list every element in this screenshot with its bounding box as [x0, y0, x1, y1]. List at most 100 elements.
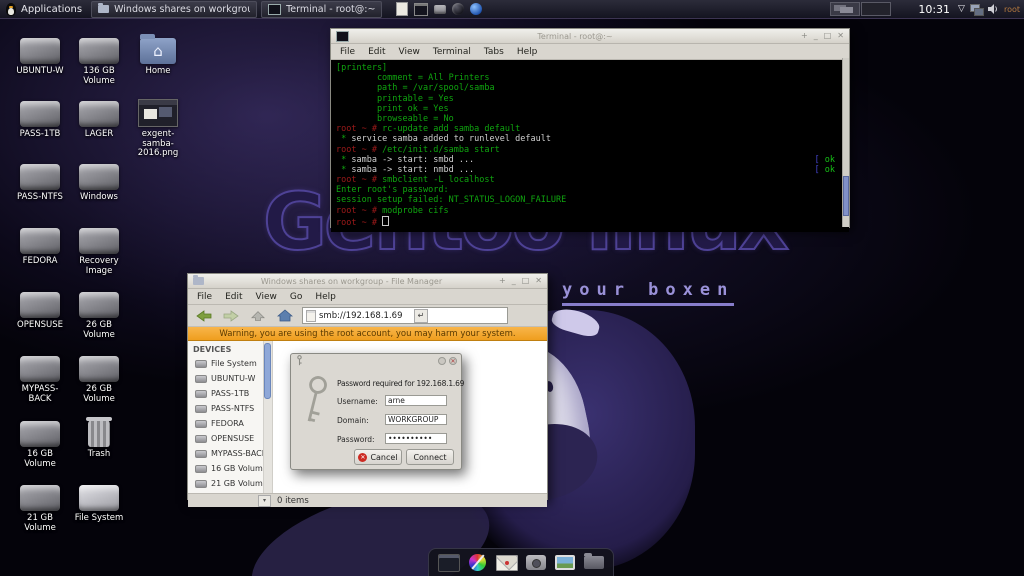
close-button[interactable]: ✕ [837, 32, 844, 40]
domain-field[interactable] [385, 414, 447, 425]
desktop-icon-label: 26 GB Volume [83, 320, 115, 340]
connect-button[interactable]: Connect [406, 449, 454, 465]
sidebar-scrollbar[interactable] [264, 341, 273, 493]
fm-menu-edit[interactable]: Edit [225, 292, 242, 302]
scroll-down-stepper[interactable]: ▾ [258, 494, 271, 507]
root-warning-bar: Warning, you are using the root account,… [188, 327, 547, 341]
password-field[interactable] [385, 433, 447, 444]
sidebar-item-mypass-back[interactable]: MYPASS-BACK [188, 446, 263, 461]
screenshot-icon[interactable] [434, 4, 447, 14]
dock-screenshot-launcher[interactable] [524, 552, 548, 574]
address-input[interactable] [319, 310, 411, 321]
file-manager-titlebar[interactable]: Windows shares on workgroup - File Manag… [188, 274, 547, 289]
globe-icon[interactable] [452, 3, 465, 15]
network-icon[interactable] [969, 3, 984, 16]
desktop-icon-opensuse[interactable]: OPENSUSE [11, 287, 69, 331]
address-bar: ↵ [302, 307, 508, 324]
workspace-pager[interactable] [830, 2, 892, 16]
desktop-icon-file-system[interactable]: File System [70, 480, 128, 524]
desktop-icon-recovery-image[interactable]: Recovery Image [70, 223, 128, 276]
desktop-icon-26-gb-volume[interactable]: 26 GB Volume [70, 287, 128, 340]
fm-menu-view[interactable]: View [256, 292, 277, 302]
terminal-output[interactable]: [printers] comment = All Printers path =… [331, 60, 849, 232]
cancel-button[interactable]: ✕ Cancel [354, 449, 402, 465]
dialog-minimize-button[interactable] [438, 356, 446, 365]
desktop-icon-label: UBUNTU-W [16, 66, 64, 76]
applications-menu-button[interactable]: Applications [0, 0, 91, 18]
username-field[interactable] [385, 395, 447, 406]
sidebar-item-pass-ntfs[interactable]: PASS-NTFS [188, 401, 263, 416]
sidebar-item-16-gb-volume[interactable]: 16 GB Volume [188, 461, 263, 476]
dock-graphics-editor-launcher[interactable] [466, 552, 490, 574]
desktop-icon-ubuntu-w[interactable]: UBUNTU-W [11, 33, 69, 77]
sidebar-item-ubuntu-w[interactable]: UBUNTU-W [188, 371, 263, 386]
drive-icon [70, 159, 128, 190]
forward-button[interactable] [221, 307, 241, 324]
sidebar-item-label: PASS-NTFS [211, 404, 255, 413]
terminal-scrollbar-thumb[interactable] [843, 176, 849, 216]
terminal-menu-edit[interactable]: Edit [368, 47, 385, 57]
minimize-button[interactable]: _ [814, 32, 818, 40]
auth-dialog-titlebar[interactable]: ✕ [291, 354, 461, 367]
desktop-icon-home[interactable]: ⌂ Home [129, 33, 187, 77]
fm-menu-go[interactable]: Go [290, 292, 302, 302]
desktop-icon-pass-ntfs[interactable]: PASS-NTFS [11, 159, 69, 203]
maximize-button[interactable]: □ [824, 32, 832, 40]
image-icon [129, 96, 187, 127]
terminal-menu-view[interactable]: View [399, 47, 420, 57]
terminal-icon[interactable] [414, 2, 429, 16]
sidebar-item-21-gb-volume[interactable]: 21 GB Volume [188, 476, 263, 491]
image-glyph [138, 99, 178, 127]
shade-button[interactable]: + [499, 277, 506, 285]
fm-menu-file[interactable]: File [197, 292, 212, 302]
home-button[interactable] [275, 307, 295, 324]
dock-terminal-launcher[interactable] [437, 552, 461, 574]
document-icon[interactable] [396, 2, 409, 16]
dock-file-manager-launcher[interactable] [582, 552, 606, 574]
back-button[interactable] [194, 307, 214, 324]
terminal-menu-tabs[interactable]: Tabs [484, 47, 504, 57]
notifier-triangle-icon[interactable]: ▽ [958, 4, 965, 14]
sidebar-item-opensuse[interactable]: OPENSUSE [188, 431, 263, 446]
workspace-2[interactable] [861, 2, 892, 16]
go-button[interactable]: ↵ [414, 308, 428, 323]
minimize-button[interactable]: _ [512, 277, 516, 285]
maximize-button[interactable]: □ [522, 277, 530, 285]
terminal-titlebar[interactable]: Terminal - root@:~ + _ □ ✕ [331, 29, 849, 44]
fm-menu-help[interactable]: Help [315, 292, 336, 302]
dialog-close-button[interactable]: ✕ [449, 356, 457, 365]
terminal-menu-help[interactable]: Help [517, 47, 538, 57]
shade-button[interactable]: + [801, 32, 808, 40]
dock-mail-launcher[interactable] [495, 552, 519, 574]
sidebar-item-pass-1tb[interactable]: PASS-1TB [188, 386, 263, 401]
up-button[interactable] [248, 307, 268, 324]
dock-image-viewer-launcher[interactable] [553, 552, 577, 574]
desktop-icon-21-gb-volume[interactable]: 21 GB Volume [11, 480, 69, 533]
drive-icon [11, 416, 69, 447]
desktop-icon-windows[interactable]: Windows [70, 159, 128, 203]
desktop-icon-pass-1tb[interactable]: PASS-1TB [11, 96, 69, 140]
password-label: Password: [337, 435, 375, 444]
sidebar-scrollbar-thumb[interactable] [264, 343, 271, 399]
desktop-icon-mypass-back[interactable]: MYPASS-BACK [11, 351, 69, 404]
desktop-icon-label: PASS-1TB [19, 129, 61, 139]
sidebar-item-file-system[interactable]: File System [188, 356, 263, 371]
close-button[interactable]: ✕ [535, 277, 542, 285]
terminal-menu-file[interactable]: File [340, 47, 355, 57]
terminal-menu-terminal[interactable]: Terminal [433, 47, 471, 57]
terminal-scrollbar[interactable] [842, 58, 849, 227]
desktop-icon-136-gb-volume[interactable]: 136 GB Volume [70, 33, 128, 86]
workspace-1[interactable] [830, 2, 861, 16]
panel-window-button-2[interactable]: Terminal - root@:~ [261, 0, 383, 18]
panel-window-button-1[interactable]: Windows shares on workgrou... [91, 0, 258, 18]
desktop-icon-fedora[interactable]: FEDORA [11, 223, 69, 267]
desktop-icon-26-gb-volume[interactable]: 26 GB Volume [70, 351, 128, 404]
browser-icon[interactable] [470, 3, 483, 15]
desktop-icon-trash[interactable]: Trash [70, 416, 128, 460]
desktop-icon-exgent-samba-2016-png[interactable]: exgent-samba-2016.png [129, 96, 187, 159]
desktop-icon-16-gb-volume[interactable]: 16 GB Volume [11, 416, 69, 469]
desktop-icon-lager[interactable]: LAGER [70, 96, 128, 140]
terminal-line: * samba -> start: nmbd ...[ ok [336, 164, 835, 175]
volume-icon[interactable] [987, 4, 998, 14]
sidebar-item-fedora[interactable]: FEDORA [188, 416, 263, 431]
